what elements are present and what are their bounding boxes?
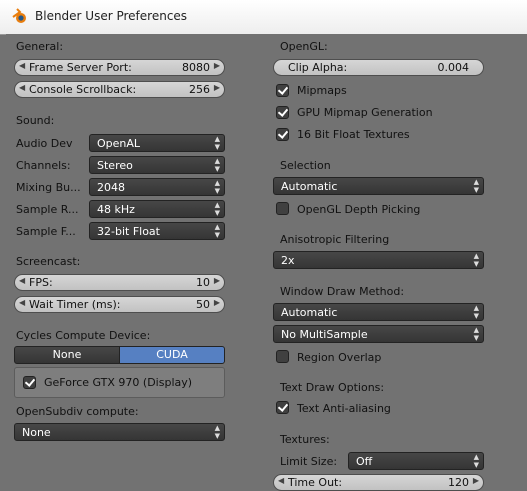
- wait-timer-value: 50: [196, 298, 210, 311]
- clip-alpha-label: Clip Alpha:: [288, 61, 348, 74]
- window-draw-method-value: Automatic: [281, 306, 338, 319]
- updown-arrows-icon: ▲ ▼: [214, 135, 220, 151]
- anisotropic-dropdown[interactable]: 2x ▲ ▼: [273, 251, 484, 269]
- frame-server-port-label: Frame Server Port:: [29, 61, 132, 74]
- decrement-arrow-icon[interactable]: ◀: [19, 276, 25, 285]
- increment-arrow-icon[interactable]: ▶: [473, 476, 479, 485]
- opensubdiv-dropdown[interactable]: None ▲ ▼: [14, 423, 225, 441]
- title-bar: Blender User Preferences: [0, 0, 527, 35]
- text-draw-heading: Text Draw Options:: [280, 381, 385, 394]
- time-out-label: Time Out:: [288, 476, 343, 489]
- anisotropic-heading: Anisotropic Filtering: [280, 233, 390, 246]
- channels-value: Stereo: [97, 159, 133, 172]
- depth-picking-label: OpenGL Depth Picking: [297, 203, 421, 216]
- float-textures-label: 16 Bit Float Textures: [297, 128, 410, 141]
- sound-heading: Sound:: [16, 114, 55, 127]
- gpu-mipmap-label: GPU Mipmap Generation: [297, 106, 433, 119]
- sample-rate-dropdown[interactable]: 48 kHz ▲ ▼: [89, 200, 225, 218]
- mixing-buffer-dropdown[interactable]: 2048 ▲ ▼: [89, 178, 225, 196]
- frame-server-port-value: 8080: [182, 61, 210, 74]
- gpu-device-box: GeForce GTX 970 (Display): [14, 367, 225, 398]
- gpu-mipmap-checkbox[interactable]: [276, 106, 289, 119]
- fps-label: FPS:: [29, 276, 53, 289]
- time-out-field[interactable]: ◀ Time Out: 120 ▶: [273, 474, 484, 491]
- gtx970-checkbox[interactable]: [23, 376, 36, 389]
- limit-size-label: Limit Size:: [280, 455, 338, 468]
- sample-rate-value: 48 kHz: [97, 203, 135, 216]
- selection-dropdown[interactable]: Automatic ▲ ▼: [273, 177, 484, 195]
- increment-arrow-icon[interactable]: ▶: [214, 298, 220, 307]
- channels-dropdown[interactable]: Stereo ▲ ▼: [89, 156, 225, 174]
- window-draw-method-dropdown[interactable]: Automatic ▲ ▼: [273, 303, 484, 321]
- updown-arrows-icon: ▲ ▼: [214, 424, 220, 440]
- mixing-buffer-label: Mixing Bu...: [16, 181, 81, 194]
- preferences-panel: General: ◀ Frame Server Port: 8080 ▶ ◀ C…: [6, 34, 527, 491]
- screencast-heading: Screencast:: [16, 255, 81, 268]
- anisotropic-value: 2x: [281, 254, 295, 267]
- mipmaps-label: Mipmaps: [297, 84, 347, 97]
- multisample-value: No MultiSample: [281, 328, 368, 341]
- region-overlap-label: Region Overlap: [297, 351, 382, 364]
- updown-arrows-icon: ▲ ▼: [214, 223, 220, 239]
- selection-value: Automatic: [281, 180, 338, 193]
- decrement-arrow-icon[interactable]: ◀: [278, 476, 284, 485]
- wait-timer-label: Wait Timer (ms):: [29, 298, 121, 311]
- clip-alpha-value: 0.004: [437, 61, 470, 74]
- mixing-buffer-value: 2048: [97, 181, 125, 194]
- updown-arrows-icon: ▲ ▼: [214, 179, 220, 195]
- clip-alpha-field[interactable]: Clip Alpha: 0.004: [273, 59, 484, 76]
- decrement-arrow-icon[interactable]: ◀: [19, 61, 25, 70]
- updown-arrows-icon: ▲ ▼: [214, 157, 220, 173]
- blender-logo-icon: [12, 8, 26, 23]
- channels-label: Channels:: [16, 159, 71, 172]
- decrement-arrow-icon[interactable]: ◀: [19, 298, 25, 307]
- sample-format-dropdown[interactable]: 32-bit Float ▲ ▼: [89, 222, 225, 240]
- increment-arrow-icon[interactable]: ▶: [214, 276, 220, 285]
- general-heading: General:: [16, 40, 64, 53]
- frame-server-port-field[interactable]: ◀ Frame Server Port: 8080 ▶: [14, 59, 225, 76]
- increment-arrow-icon[interactable]: ▶: [214, 83, 220, 92]
- gtx970-label: GeForce GTX 970 (Display): [44, 376, 193, 389]
- updown-arrows-icon: ▲ ▼: [473, 252, 479, 268]
- opengl-heading: OpenGL:: [280, 40, 328, 53]
- updown-arrows-icon: ▲ ▼: [473, 326, 479, 342]
- opensubdiv-heading: OpenSubdiv compute:: [16, 405, 139, 418]
- fps-value: 10: [196, 276, 210, 289]
- limit-size-dropdown[interactable]: Off ▲ ▼: [348, 452, 484, 470]
- region-overlap-checkbox[interactable]: [276, 350, 289, 363]
- increment-arrow-icon[interactable]: ▶: [214, 61, 220, 70]
- depth-picking-checkbox[interactable]: [276, 202, 289, 215]
- updown-arrows-icon: ▲ ▼: [473, 453, 479, 469]
- console-scrollback-value: 256: [189, 83, 210, 96]
- compute-device-none-button[interactable]: None: [14, 346, 120, 364]
- text-antialiasing-checkbox[interactable]: [276, 401, 289, 414]
- audio-dev-dropdown[interactable]: OpenAL ▲ ▼: [89, 134, 225, 152]
- textures-heading: Textures:: [280, 433, 330, 446]
- wait-timer-field[interactable]: ◀ Wait Timer (ms): 50 ▶: [14, 296, 225, 313]
- fps-field[interactable]: ◀ FPS: 10 ▶: [14, 274, 225, 291]
- console-scrollback-field[interactable]: ◀ Console Scrollback: 256 ▶: [14, 81, 225, 98]
- text-antialiasing-label: Text Anti-aliasing: [297, 402, 391, 415]
- decrement-arrow-icon[interactable]: ◀: [19, 83, 25, 92]
- limit-size-value: Off: [356, 455, 373, 468]
- audio-dev-label: Audio Dev: [16, 137, 73, 150]
- window-draw-heading: Window Draw Method:: [280, 285, 405, 298]
- sample-rate-label: Sample R...: [16, 203, 79, 216]
- window-title: Blender User Preferences: [35, 9, 188, 23]
- mipmaps-checkbox[interactable]: [276, 84, 289, 97]
- updown-arrows-icon: ▲ ▼: [214, 201, 220, 217]
- console-scrollback-label: Console Scrollback:: [29, 83, 137, 96]
- cycles-heading: Cycles Compute Device:: [16, 329, 151, 342]
- opensubdiv-value: None: [22, 426, 51, 439]
- selection-heading: Selection: [280, 159, 331, 172]
- updown-arrows-icon: ▲ ▼: [473, 178, 479, 194]
- updown-arrows-icon: ▲ ▼: [473, 304, 479, 320]
- sample-format-label: Sample F...: [16, 225, 76, 238]
- audio-dev-value: OpenAL: [97, 137, 141, 150]
- sample-format-value: 32-bit Float: [97, 225, 160, 238]
- compute-device-cuda-button[interactable]: CUDA: [119, 346, 225, 364]
- float-textures-checkbox[interactable]: [276, 128, 289, 141]
- time-out-value: 120: [448, 476, 469, 489]
- multisample-dropdown[interactable]: No MultiSample ▲ ▼: [273, 325, 484, 343]
